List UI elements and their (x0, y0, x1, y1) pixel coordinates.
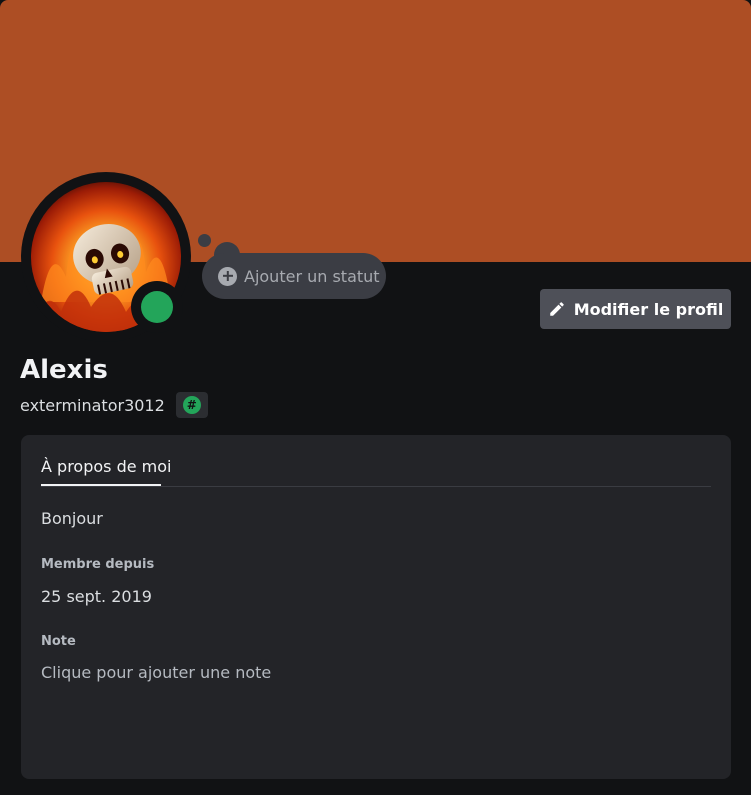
about-me-text: Bonjour (41, 509, 103, 528)
note-input[interactable]: Clique pour ajouter une note (41, 663, 701, 687)
tab-divider (41, 486, 711, 487)
edit-profile-button[interactable]: Modifier le profil (540, 289, 731, 329)
plus-circle-icon (218, 266, 237, 286)
tab-about-me[interactable]: À propos de moi (41, 457, 171, 476)
pencil-icon (549, 302, 564, 316)
presence-indicator (131, 281, 183, 333)
add-status-label: Ajouter un statut (244, 266, 380, 286)
member-since-date: 25 sept. 2019 (41, 587, 152, 606)
profile-panel: Ajouter un statut Modifier le profil Ale… (0, 0, 751, 795)
avatar-container[interactable] (21, 172, 191, 342)
username-row: exterminator3012 # (20, 392, 208, 418)
hash-badge-icon: # (182, 396, 201, 414)
username: exterminator3012 (20, 395, 165, 415)
about-me-card: À propos de moi Bonjour Membre depuis 25… (21, 435, 731, 779)
add-status-button[interactable]: Ajouter un statut (202, 253, 386, 299)
member-since-label: Membre depuis (41, 557, 155, 572)
online-status-icon (141, 291, 173, 323)
profile-badge[interactable]: # (175, 392, 208, 418)
note-label: Note (41, 634, 76, 649)
edit-profile-label: Modifier le profil (573, 299, 724, 319)
status-bubble-tail-small (198, 234, 211, 247)
display-name: Alexis (20, 355, 108, 385)
active-tab-indicator (41, 484, 161, 486)
